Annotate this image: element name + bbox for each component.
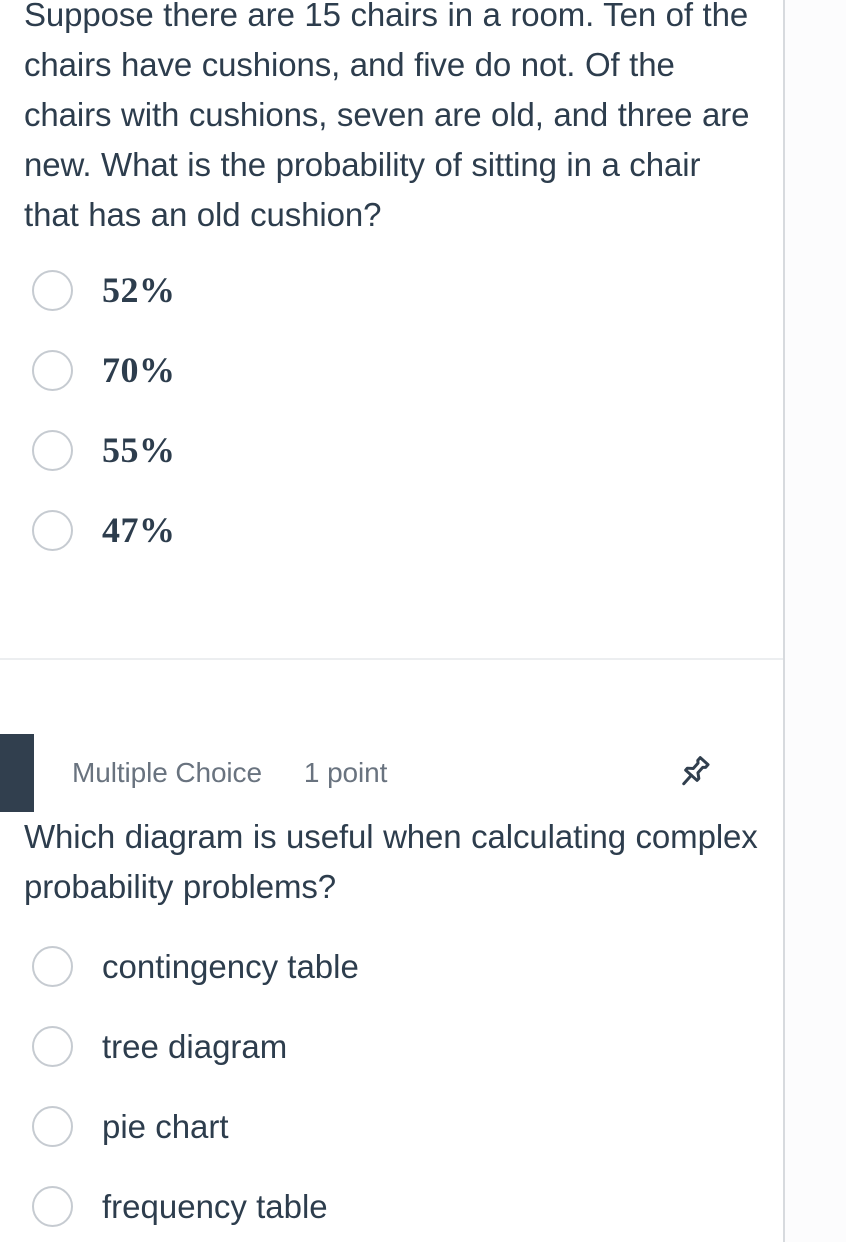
radio-button-icon[interactable] [32,945,73,987]
pin-question-button[interactable] [670,748,720,798]
radio-button-icon[interactable] [32,349,73,391]
pushpin-icon [674,752,716,794]
question-prompt-2: Which diagram is useful when calculating… [24,818,758,905]
answer-option-row[interactable]: 55% [24,410,759,490]
answer-option-label: tree diagram [102,1027,288,1065]
answer-option-label: frequency table [102,1187,328,1225]
question-points-label: 1 point [303,757,388,788]
answer-option-row[interactable]: 52% [24,250,759,330]
answer-option-row[interactable]: pie chart [24,1086,759,1166]
question-meta-bar-2: Multiple Choice 1 point [0,734,783,812]
question-prompt-1: Suppose there are 15 chairs in a room. T… [24,0,750,233]
answer-option-label: 70% [102,350,176,390]
answer-option-label: 47% [102,510,176,550]
answer-options-1: 52% 70% 55% 47% [24,250,759,570]
question-block-2: Multiple Choice 1 point Which diagram is… [0,734,783,1242]
answer-option-row[interactable]: 47% [24,490,759,570]
answer-option-label: contingency table [102,947,359,985]
right-gutter [785,0,846,1242]
question-block-1: Suppose there are 15 chairs in a room. T… [0,0,783,570]
answer-option-row[interactable]: 70% [24,330,759,410]
answer-option-label: 55% [102,430,176,470]
question-content-column: Suppose there are 15 chairs in a room. T… [0,0,783,1242]
radio-button-icon[interactable] [32,269,73,311]
radio-button-icon[interactable] [32,429,73,471]
answer-option-row[interactable]: contingency table [24,926,759,1006]
answer-option-label: pie chart [102,1107,229,1145]
radio-button-icon[interactable] [32,509,73,551]
question-type-label: Multiple Choice [72,757,262,788]
radio-button-icon[interactable] [32,1185,73,1227]
question-type-marker [0,734,34,812]
radio-button-icon[interactable] [32,1105,73,1147]
question-divider [0,658,783,660]
quiz-page: Suppose there are 15 chairs in a room. T… [0,0,846,1242]
answer-option-label: 52% [102,270,176,310]
answer-option-row[interactable]: frequency table [24,1166,759,1242]
radio-button-icon[interactable] [32,1025,73,1067]
answer-options-2: contingency table tree diagram pie chart… [0,926,783,1242]
answer-option-row[interactable]: tree diagram [24,1006,759,1086]
